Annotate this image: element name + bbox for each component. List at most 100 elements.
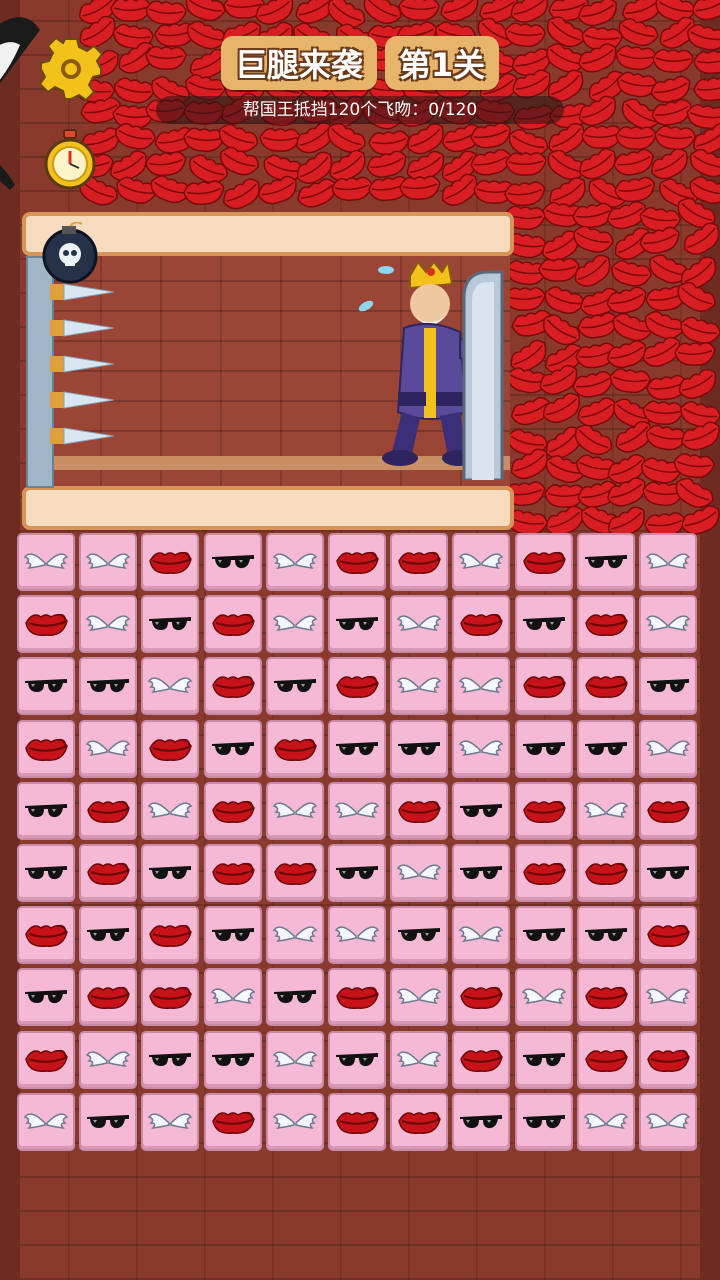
board-tile-lips[interactable] [79, 782, 137, 840]
board-tile-glasses[interactable] [515, 1031, 573, 1089]
board-tile-glasses[interactable] [328, 720, 386, 778]
board-tile-lips[interactable] [17, 906, 75, 964]
board-tile-glasses[interactable] [452, 1093, 510, 1151]
board-tile-wings[interactable] [266, 595, 324, 653]
board-tile-wings[interactable] [79, 533, 137, 591]
board-tile-lips[interactable] [17, 720, 75, 778]
board-tile-glasses[interactable] [390, 906, 448, 964]
board-tile-glasses[interactable] [17, 657, 75, 715]
board-tile-lips[interactable] [577, 844, 635, 902]
board-tile-glasses[interactable] [639, 844, 697, 902]
board-tile-lips[interactable] [79, 844, 137, 902]
board-tile-wings[interactable] [328, 906, 386, 964]
board-tile-wings[interactable] [452, 657, 510, 715]
board-tile-wings[interactable] [266, 533, 324, 591]
board-tile-lips[interactable] [141, 968, 199, 1026]
board-tile-wings[interactable] [639, 533, 697, 591]
board-tile-wings[interactable] [390, 968, 448, 1026]
board-tile-wings[interactable] [577, 1093, 635, 1151]
board-tile-wings[interactable] [452, 720, 510, 778]
board-tile-lips[interactable] [515, 844, 573, 902]
board-tile-glasses[interactable] [452, 844, 510, 902]
board-tile-wings[interactable] [266, 1031, 324, 1089]
board-tile-wings[interactable] [390, 595, 448, 653]
board-tile-lips[interactable] [266, 720, 324, 778]
board-tile-glasses[interactable] [266, 657, 324, 715]
board-tile-lips[interactable] [577, 1031, 635, 1089]
board-tile-glasses[interactable] [328, 1031, 386, 1089]
board-tile-wings[interactable] [204, 968, 262, 1026]
board-tile-glasses[interactable] [390, 720, 448, 778]
board-tile-lips[interactable] [204, 657, 262, 715]
board-tile-wings[interactable] [79, 720, 137, 778]
board-tile-wings[interactable] [577, 782, 635, 840]
board-tile-glasses[interactable] [577, 720, 635, 778]
board-tile-glasses[interactable] [577, 533, 635, 591]
board-tile-lips[interactable] [515, 533, 573, 591]
board-tile-lips[interactable] [141, 906, 199, 964]
board-tile-lips[interactable] [577, 968, 635, 1026]
board-tile-glasses[interactable] [515, 1093, 573, 1151]
board-tile-wings[interactable] [390, 657, 448, 715]
board-tile-wings[interactable] [141, 782, 199, 840]
board-tile-glasses[interactable] [79, 1093, 137, 1151]
board-tile-lips[interactable] [639, 782, 697, 840]
board-tile-lips[interactable] [515, 657, 573, 715]
board-tile-glasses[interactable] [577, 906, 635, 964]
board-tile-wings[interactable] [515, 968, 573, 1026]
board-tile-glasses[interactable] [204, 720, 262, 778]
board-tile-glasses[interactable] [452, 782, 510, 840]
board-tile-wings[interactable] [141, 1093, 199, 1151]
board-tile-wings[interactable] [639, 968, 697, 1026]
board-tile-glasses[interactable] [515, 906, 573, 964]
board-tile-lips[interactable] [204, 844, 262, 902]
board-tile-wings[interactable] [79, 595, 137, 653]
board-tile-wings[interactable] [266, 782, 324, 840]
board-tile-wings[interactable] [390, 1031, 448, 1089]
board-tile-glasses[interactable] [17, 782, 75, 840]
stopwatch-icon[interactable] [42, 128, 98, 192]
board-tile-glasses[interactable] [328, 595, 386, 653]
board-tile-lips[interactable] [452, 1031, 510, 1089]
board-tile-lips[interactable] [577, 595, 635, 653]
board-tile-lips[interactable] [79, 968, 137, 1026]
board-tile-lips[interactable] [390, 533, 448, 591]
board-tile-lips[interactable] [17, 1031, 75, 1089]
board-tile-wings[interactable] [390, 844, 448, 902]
board-tile-glasses[interactable] [79, 657, 137, 715]
board-tile-glasses[interactable] [17, 844, 75, 902]
board-tile-glasses[interactable] [79, 906, 137, 964]
board-tile-wings[interactable] [266, 1093, 324, 1151]
board-tile-glasses[interactable] [515, 595, 573, 653]
board-tile-glasses[interactable] [141, 844, 199, 902]
board-tile-wings[interactable] [141, 657, 199, 715]
board-tile-lips[interactable] [328, 968, 386, 1026]
board-tile-lips[interactable] [204, 782, 262, 840]
board-tile-lips[interactable] [141, 720, 199, 778]
board-tile-glasses[interactable] [141, 595, 199, 653]
board-tile-lips[interactable] [266, 844, 324, 902]
board-tile-glasses[interactable] [328, 844, 386, 902]
board-tile-lips[interactable] [639, 1031, 697, 1089]
board-tile-glasses[interactable] [639, 657, 697, 715]
board-tile-lips[interactable] [390, 782, 448, 840]
board-tile-wings[interactable] [639, 720, 697, 778]
board-tile-wings[interactable] [79, 1031, 137, 1089]
board-tile-lips[interactable] [639, 906, 697, 964]
board-tile-wings[interactable] [266, 906, 324, 964]
board-tile-lips[interactable] [577, 657, 635, 715]
board-tile-lips[interactable] [328, 657, 386, 715]
board-tile-wings[interactable] [328, 782, 386, 840]
board-tile-lips[interactable] [141, 533, 199, 591]
board-tile-glasses[interactable] [204, 533, 262, 591]
board-tile-lips[interactable] [452, 968, 510, 1026]
board-tile-wings[interactable] [452, 906, 510, 964]
gear-icon[interactable] [38, 36, 104, 102]
board-tile-wings[interactable] [452, 533, 510, 591]
board-tile-lips[interactable] [515, 782, 573, 840]
board-tile-wings[interactable] [17, 1093, 75, 1151]
board-tile-lips[interactable] [390, 1093, 448, 1151]
board-tile-wings[interactable] [639, 595, 697, 653]
board-tile-glasses[interactable] [141, 1031, 199, 1089]
board-tile-wings[interactable] [17, 533, 75, 591]
